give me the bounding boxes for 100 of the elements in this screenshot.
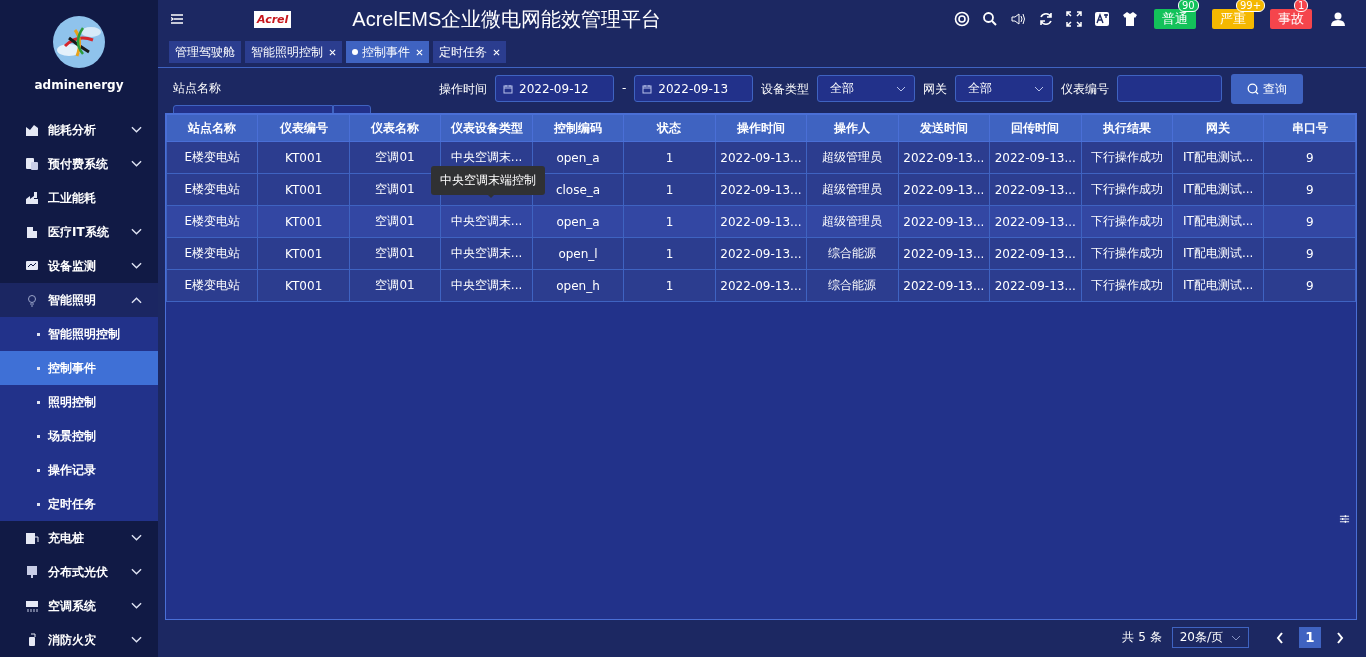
page-size-select[interactable]: 20条/页	[1171, 627, 1249, 648]
date-field[interactable]: 2022-09-12	[495, 75, 614, 102]
column-header[interactable]: 串口号	[1263, 114, 1356, 142]
menu-item[interactable]: 空调系统	[0, 589, 158, 623]
chevron-icon	[1231, 634, 1241, 641]
chevron-icon	[896, 85, 907, 92]
tooltip-arrow	[486, 193, 497, 198]
column-header[interactable]: 控制编码	[532, 114, 624, 142]
gateway-select[interactable]: 全部	[955, 75, 1054, 102]
meter-input[interactable]	[1117, 75, 1223, 102]
table-cell: 下行操作成功	[1090, 150, 1163, 164]
table-cell: 空调01	[375, 182, 415, 196]
column-header[interactable]: 执行结果	[1081, 114, 1173, 142]
query-button[interactable]: 查询	[1231, 74, 1304, 104]
menu-item[interactable]: 消防火灾	[0, 623, 158, 657]
table-cell: 1	[665, 246, 674, 261]
menu-icon[interactable]	[171, 14, 183, 24]
alarm-count: 90	[1178, 0, 1199, 12]
column-header[interactable]: 发送时间	[898, 114, 990, 142]
submenu-item[interactable]: 定时任务	[0, 487, 158, 521]
table-cell: 下行操作成功	[1090, 214, 1163, 228]
table-cell: 中央空调末...	[450, 150, 523, 164]
column-header[interactable]: 仪表设备类型	[440, 114, 533, 142]
submenu-item[interactable]: 智能照明控制	[0, 317, 158, 351]
table-cell: 2022-09-13...	[903, 278, 985, 293]
tab[interactable]: 定时任务	[433, 41, 506, 63]
table-cell: 2022-09-13...	[903, 214, 985, 229]
calendar-icon	[503, 83, 513, 94]
refresh-icon[interactable]	[1038, 11, 1054, 27]
field-label: 操作时间	[439, 81, 487, 98]
tab[interactable]: 智能照明控制	[245, 41, 342, 63]
search-icon[interactable]	[982, 11, 998, 27]
shirt-icon[interactable]	[1122, 11, 1138, 27]
page-button[interactable]: 1	[1299, 627, 1321, 648]
column-header[interactable]: 仪表编号	[257, 114, 350, 142]
table-cell: 1	[665, 278, 674, 293]
table-cell: KT001	[285, 214, 323, 229]
menu-item[interactable]: 预付费系统	[0, 147, 158, 181]
table-cell: 2022-09-13...	[994, 182, 1076, 197]
close-icon[interactable]	[493, 48, 500, 56]
chevron-icon	[131, 534, 142, 542]
sliders-icon[interactable]	[1339, 514, 1350, 524]
speaker-icon[interactable]	[1010, 11, 1026, 27]
column-header[interactable]: 状态	[623, 114, 716, 142]
column-header[interactable]: 站点名称	[166, 114, 258, 142]
chevron-icon	[131, 568, 142, 576]
column-header[interactable]: 操作时间	[715, 114, 807, 142]
app-title: AcrelEMS企业微电网能效管理平台	[352, 6, 662, 32]
building-icon	[25, 225, 39, 239]
table-cell: 下行操作成功	[1090, 182, 1163, 196]
submenu-item[interactable]: 操作记录	[0, 453, 158, 487]
search-icon	[1247, 83, 1260, 95]
previous-page-icon[interactable]	[1276, 631, 1284, 644]
date-field[interactable]: 2022-09-13	[634, 75, 754, 102]
translate-icon[interactable]	[1094, 11, 1110, 27]
table-cell: 2022-09-13...	[720, 246, 802, 261]
chevron-icon	[131, 602, 142, 610]
table-cell: 2022-09-13...	[994, 246, 1076, 261]
table-cell: open_a	[556, 150, 600, 165]
user-icon[interactable]	[1330, 11, 1346, 27]
panel-icon	[25, 565, 39, 579]
table-cell: 1	[665, 182, 674, 197]
column-header[interactable]: 网关	[1172, 114, 1264, 142]
table-cell: 下行操作成功	[1090, 246, 1163, 260]
table-cell: 1	[665, 150, 674, 165]
close-icon[interactable]	[329, 48, 336, 56]
column-header[interactable]: 仪表名称	[349, 114, 441, 142]
submenu-item[interactable]: 控制事件	[0, 351, 158, 385]
next-page-icon[interactable]	[1336, 631, 1344, 644]
chevron-icon	[131, 296, 142, 304]
table-cell: 9	[1305, 150, 1314, 165]
table-cell: 中央空调末...	[450, 214, 523, 228]
device-type-select[interactable]: 全部	[817, 75, 916, 102]
table-cell: E楼变电站	[184, 278, 240, 292]
menu-item[interactable]: 医疗IT系统	[0, 215, 158, 249]
menu-item[interactable]: 工业能耗	[0, 181, 158, 215]
chevron-icon	[131, 160, 142, 168]
menu-item[interactable]: 能耗分析	[0, 113, 158, 147]
field-label: 仪表编号	[1061, 81, 1110, 98]
menu-item[interactable]: 充电桩	[0, 521, 158, 555]
menu-item[interactable]: 分布式光伏	[0, 555, 158, 589]
column-header[interactable]: 操作人	[806, 114, 899, 142]
lifebuoy-icon[interactable]	[954, 11, 970, 27]
column-header[interactable]: 回传时间	[989, 114, 1082, 142]
tab[interactable]: 控制事件	[346, 41, 429, 63]
submenu-item[interactable]: 场景控制	[0, 419, 158, 453]
table-cell: 2022-09-13...	[903, 182, 985, 197]
table-cell: 2022-09-13...	[903, 246, 985, 261]
submenu-item[interactable]: 照明控制	[0, 385, 158, 419]
close-icon[interactable]	[416, 48, 423, 56]
table-cell: 9	[1305, 278, 1314, 293]
menu-item[interactable]: 智能照明	[0, 283, 158, 317]
alarm-button[interactable]: 事故	[1270, 9, 1312, 29]
calendar-icon	[642, 83, 653, 94]
tab[interactable]: 管理驾驶舱	[169, 41, 241, 63]
logo: Acrel	[254, 10, 292, 28]
total-count: 共 5 条	[1122, 629, 1162, 646]
menu-item[interactable]: 设备监测	[0, 249, 158, 283]
fullscreen-icon[interactable]	[1066, 11, 1082, 27]
chevron-icon	[131, 228, 142, 236]
